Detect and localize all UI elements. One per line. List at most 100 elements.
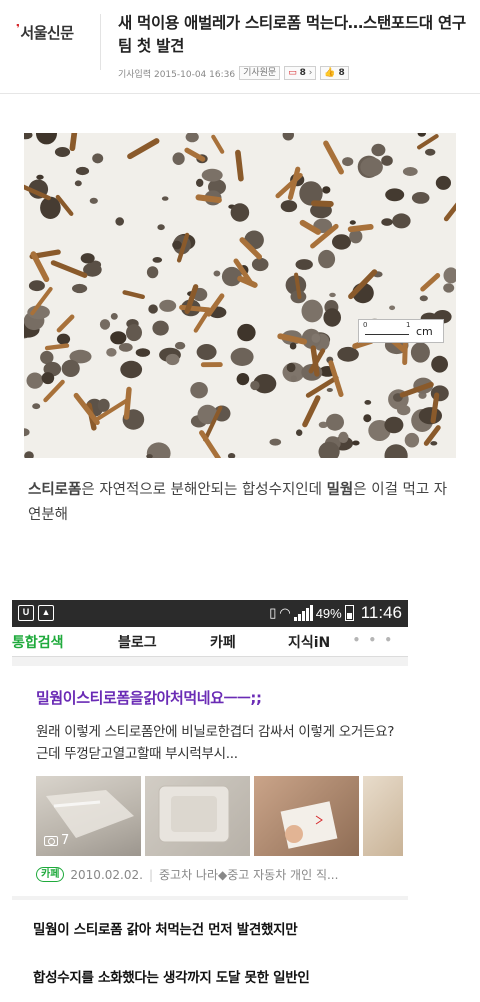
tab-knowledge-in[interactable]: 지식iN bbox=[288, 632, 330, 652]
result-meta: 카페 2010.02.02. | 중고차 나라◆중고 자동차 개인 직... bbox=[36, 866, 338, 883]
status-bar: U ▲ ▯ ◠ 49% 11:46 bbox=[12, 600, 408, 627]
foam-hole bbox=[412, 192, 430, 204]
tab-integrated-search[interactable]: 통합검색 bbox=[12, 632, 64, 652]
foam-hole bbox=[436, 176, 451, 190]
thumbnail-4[interactable] bbox=[363, 776, 403, 856]
foam-hole bbox=[392, 213, 410, 228]
foam-hole bbox=[119, 343, 133, 352]
foam-hole bbox=[166, 354, 180, 365]
result-snippet: 원래 이렇게 스티로폼안에 비닐로한겹더 감싸서 이렇게 오거든요?근데 뚜껑닫… bbox=[36, 721, 398, 765]
foam-hole bbox=[281, 200, 297, 212]
tab-cafe[interactable]: 카페 bbox=[210, 632, 236, 652]
battery-percent: 49% bbox=[316, 606, 342, 621]
foam-hole bbox=[338, 432, 348, 443]
foam-hole bbox=[172, 241, 182, 250]
foam-hole bbox=[159, 300, 176, 312]
thumbnail-2-art bbox=[145, 776, 250, 856]
thumbs-up-icon: 👍 bbox=[324, 68, 335, 78]
foam-hole bbox=[332, 234, 351, 249]
foam-hole bbox=[363, 414, 371, 422]
thumbnail-3[interactable] bbox=[254, 776, 359, 856]
foam-hole bbox=[364, 400, 371, 405]
foam-hole bbox=[302, 300, 323, 323]
thumbnail-1[interactable]: 7 bbox=[36, 776, 141, 856]
foam-hole bbox=[397, 405, 410, 415]
foam-hole bbox=[405, 433, 419, 448]
foam-hole bbox=[76, 167, 89, 175]
original-article-button[interactable]: 기사원문 bbox=[239, 66, 280, 80]
foam-hole bbox=[352, 441, 359, 446]
foam-hole bbox=[55, 147, 70, 157]
article-header: ❜서울신문 새 먹이용 애벌레가 스티로폼 먹는다…스탠포드대 연구팀 첫 발견… bbox=[0, 0, 480, 94]
foam-hole bbox=[202, 169, 223, 182]
foam-hole bbox=[57, 334, 70, 345]
logo-mark-icon: ❜ bbox=[16, 22, 19, 35]
foam-hole bbox=[350, 220, 356, 224]
foam-hole bbox=[360, 157, 383, 176]
photo-count-number: 7 bbox=[61, 833, 69, 848]
foam-hole bbox=[318, 250, 335, 268]
foam-hole bbox=[411, 342, 430, 362]
scale-ruler: 0 1 cm bbox=[358, 319, 444, 343]
mealworm bbox=[47, 346, 67, 349]
newspaper-logo[interactable]: ❜서울신문 bbox=[16, 22, 74, 43]
foam-hole bbox=[111, 313, 118, 320]
foam-hole bbox=[92, 153, 103, 163]
like-button[interactable]: 👍 8 bbox=[320, 66, 348, 80]
foam-hole bbox=[237, 373, 250, 385]
foam-hole bbox=[425, 149, 435, 156]
foam-hole bbox=[120, 361, 142, 378]
caption-text-a: 은 자연적으로 분해안되는 합성수지인데 bbox=[81, 482, 326, 498]
photo-caption: 스티로폼은 자연적으로 분해안되는 합성수지인데 밀웜은 이걸 먹고 자연분해 bbox=[28, 478, 458, 528]
foam-hole bbox=[106, 348, 116, 357]
foam-hole bbox=[126, 324, 142, 341]
foam-hole bbox=[75, 180, 82, 186]
header-divider bbox=[100, 14, 101, 70]
mealworm bbox=[199, 197, 219, 200]
article-date: 기사입력 2015-10-04 16:36 bbox=[118, 67, 235, 80]
foam-hole bbox=[342, 157, 353, 166]
foam-hole bbox=[296, 429, 302, 436]
tab-blog[interactable]: 블로그 bbox=[118, 632, 157, 652]
foam-hole bbox=[290, 343, 297, 350]
foam-hole bbox=[252, 258, 269, 271]
thumbnail-2[interactable] bbox=[145, 776, 250, 856]
foam-hole bbox=[36, 175, 43, 180]
uplus-icon: U bbox=[18, 605, 34, 621]
mealworm bbox=[433, 395, 437, 421]
foam-hole bbox=[29, 280, 45, 291]
foam-hole bbox=[270, 439, 282, 446]
photo-count: 7 bbox=[44, 833, 69, 848]
bottom-caption: 밀웜이 스티로폼 갉아 처먹는건 먼저 발견했지만 합성수지를 소화했다는 생각… bbox=[33, 906, 463, 1002]
search-result-card[interactable]: 밀웜이스티로폼을갉아처먹네요ㅡㅡ;; 원래 이렇게 스티로폼안에 비닐로한겹더 … bbox=[12, 666, 408, 896]
scale-unit: cm bbox=[416, 325, 433, 338]
foam-hole bbox=[291, 375, 297, 381]
signal-icon bbox=[294, 605, 313, 621]
foam-hole bbox=[27, 373, 44, 389]
result-thumbnails[interactable]: 7 bbox=[36, 776, 408, 856]
foam-hole bbox=[136, 348, 150, 357]
foam-hole bbox=[420, 295, 428, 301]
foam-hole bbox=[322, 186, 330, 193]
caption-keyword-styrofoam: 스티로폼 bbox=[28, 482, 81, 498]
foam-hole bbox=[326, 414, 344, 431]
result-source[interactable]: 중고차 나라◆중고 자동차 개인 직... bbox=[159, 866, 338, 883]
mealworm-styrofoam-photo: 0 1 cm bbox=[24, 133, 456, 458]
result-title-link[interactable]: 밀웜이스티로폼을갉아처먹네요ㅡㅡ;; bbox=[36, 687, 262, 708]
comment-button[interactable]: ▭ 8 › bbox=[284, 66, 316, 80]
foam-hole bbox=[190, 382, 208, 398]
foam-hole bbox=[296, 259, 313, 270]
bottom-caption-line-2: 합성수지를 소화했다는 생각까지 도달 못한 일반인 bbox=[33, 954, 463, 1002]
article-meta: 기사입력 2015-10-04 16:36 기사원문 ▭ 8 › 👍 8 bbox=[118, 66, 349, 80]
foam-hole bbox=[237, 324, 255, 341]
foam-hole bbox=[196, 179, 203, 187]
more-tabs-icon[interactable]: • • • bbox=[353, 633, 394, 647]
foam-hole bbox=[443, 283, 454, 292]
foam-hole bbox=[381, 218, 392, 226]
foam-hole bbox=[287, 363, 296, 372]
scale-label-zero: 0 bbox=[363, 321, 367, 329]
foam-hole bbox=[42, 372, 55, 384]
foam-hole bbox=[231, 348, 254, 366]
foam-hole bbox=[153, 257, 163, 263]
like-count: 8 bbox=[338, 68, 344, 78]
